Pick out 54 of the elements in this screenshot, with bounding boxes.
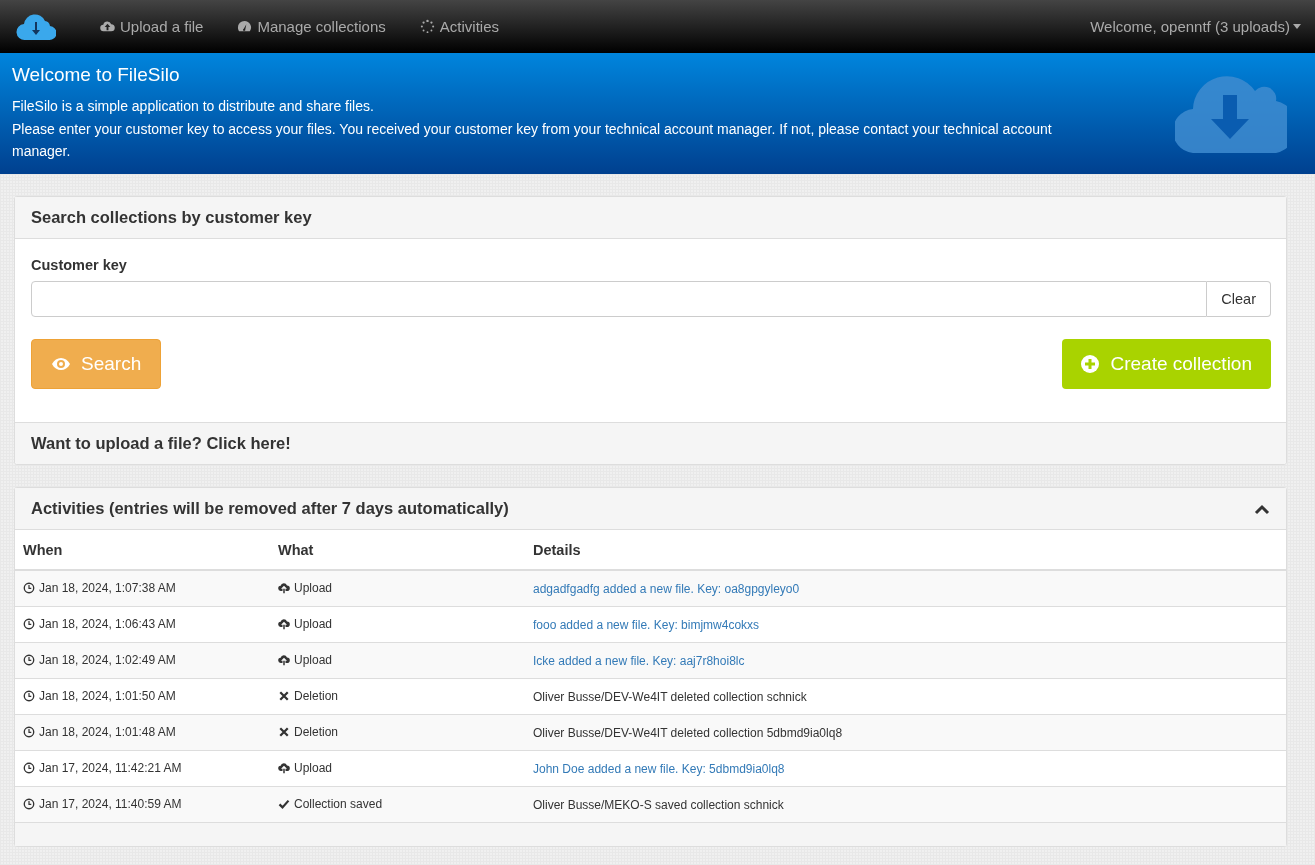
close-icon: [278, 725, 290, 738]
nav-link[interactable]: Manage collections: [237, 18, 386, 35]
table-cell: Oliver Busse/MEKO-S saved collection schnick: [533, 797, 784, 812]
details-link[interactable]: John Doe added a new file. Key: 5dbmd9ia0lq8: [533, 761, 785, 776]
cloud-upload-icon: [278, 617, 290, 630]
table-cell: Jan 18, 2024, 1:01:48 AM: [23, 724, 176, 739]
hero-text: Please enter your customer key to access your files. You received your customer key from your technical account manager. If not, please contact your technical account manager.: [12, 119, 1053, 161]
table-cell: Oliver Busse/DEV-We4IT deleted collection 5dbmd9ia0lq8: [533, 725, 843, 740]
close-icon: [278, 689, 290, 702]
table-cell: Upload: [278, 616, 333, 631]
table-cell: Upload: [278, 652, 333, 667]
table-cell: Jan 18, 2024, 1:06:43 AM: [23, 616, 176, 631]
cloud-upload-icon: [278, 653, 290, 666]
clock-icon: [23, 761, 35, 774]
hero-text: FileSilo is a simple application to distribute and share files.: [12, 97, 375, 116]
table-cell: Jan 18, 2024, 1:02:49 AM: [23, 652, 176, 667]
panel-heading: Search collections by customer key: [15, 197, 1286, 239]
details-link[interactable]: adgadfgadfg added a new file. Key: oa8gpgyleyo0: [533, 581, 800, 596]
clear-button[interactable]: Clear: [1207, 281, 1271, 317]
table-cell: Deletion: [278, 688, 339, 703]
table-cell: Upload: [278, 580, 333, 595]
cloud-upload-icon: [100, 19, 115, 34]
cloud-upload-icon: [278, 761, 290, 774]
table-cell: Jan 17, 2024, 11:40:59 AM: [23, 796, 182, 811]
table-cell: Jan 17, 2024, 11:42:21 AM: [23, 760, 182, 775]
upload-link[interactable]: Want to upload a file? Click here!: [15, 422, 1286, 464]
table-cell: Deletion: [278, 724, 339, 739]
checkmark-icon: [278, 797, 290, 810]
nav-link[interactable]: Upload a file: [100, 18, 204, 35]
clock-icon: [23, 689, 35, 702]
cloud-upload-icon: [278, 581, 290, 594]
caret-icon: [1293, 24, 1301, 29]
chevron-icon[interactable]: [1254, 502, 1270, 515]
user-menu[interactable]: Welcome, openntf (3 uploads): [1090, 18, 1301, 35]
nav-link[interactable]: Activities: [419, 18, 499, 35]
table-cell: Oliver Busse/DEV-We4IT deleted collection schnick: [533, 689, 807, 704]
clock-icon: [23, 797, 35, 810]
details-link[interactable]: Icke added a new file. Key: aaj7r8hoi8lc: [533, 653, 745, 668]
cloud-download-logo[interactable]: [16, 12, 56, 41]
spinner-icon: [419, 19, 435, 34]
table-cell: Jan 18, 2024, 1:07:38 AM: [23, 580, 176, 595]
table-cell: Collection saved: [278, 796, 383, 811]
clock-icon: [23, 725, 35, 738]
clock-icon: [23, 581, 35, 594]
clock-icon: [23, 617, 35, 630]
panel-heading: Activities (entries will be removed after 7 days automatically): [31, 499, 509, 518]
table-cell: Upload: [278, 760, 333, 775]
hero-title: Welcome to FileSilo: [12, 64, 181, 86]
table-cell: Jan 18, 2024, 1:01:50 AM: [23, 688, 176, 703]
field-label: Customer key: [31, 257, 128, 273]
dashboard-icon: [237, 19, 253, 34]
plus-circle-icon: [1080, 354, 1101, 374]
clock-icon: [23, 653, 35, 666]
details-link[interactable]: fooo added a new file. Key: bimjmw4cokxs: [533, 617, 760, 632]
